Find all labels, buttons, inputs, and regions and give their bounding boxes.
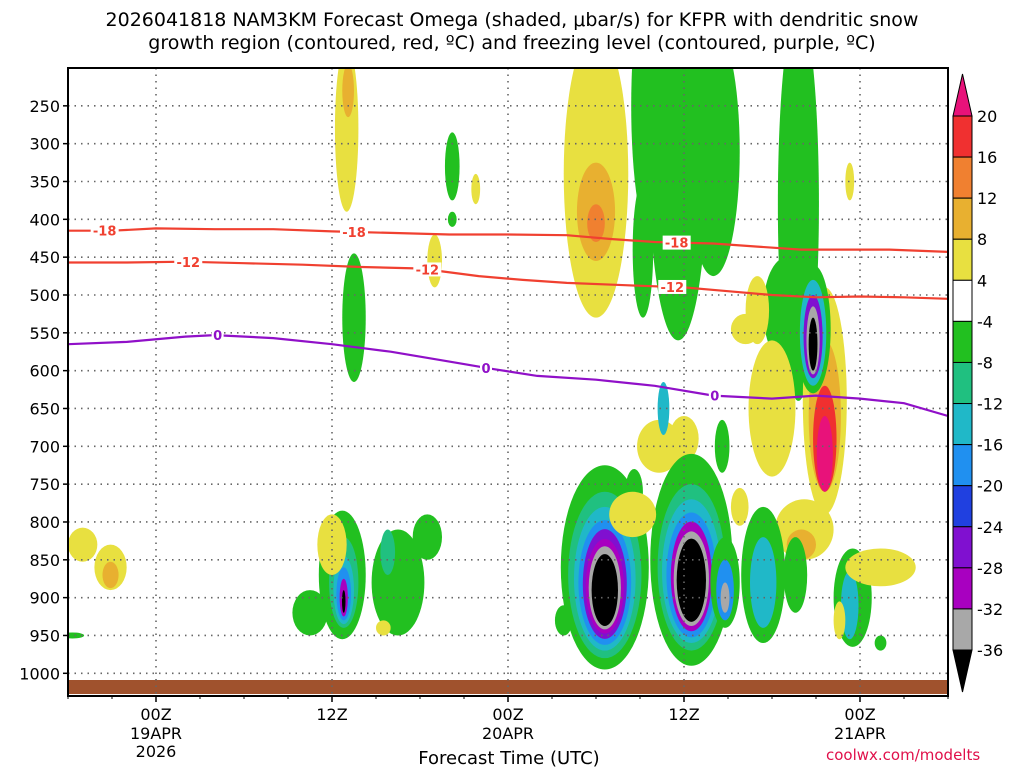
y-tick-label: 600 bbox=[29, 362, 60, 381]
x-tick-label: 00Z bbox=[492, 705, 523, 724]
y-tick-label: 250 bbox=[29, 97, 60, 116]
colorbar-box bbox=[952, 526, 973, 569]
omega-cell bbox=[341, 590, 346, 613]
colorbar-level-label: 20 bbox=[977, 107, 997, 126]
contour-label: 0 bbox=[481, 362, 490, 377]
contour-label: -18 bbox=[93, 225, 117, 240]
omega-cell bbox=[609, 491, 657, 538]
colorbar-top-triangle bbox=[952, 73, 973, 117]
colorbar-box bbox=[952, 567, 973, 610]
y-tick-label: 500 bbox=[29, 286, 60, 305]
x-tick-date-label: 20APR bbox=[482, 724, 534, 743]
x-tick-date-label: 19APR bbox=[130, 724, 182, 743]
omega-cell bbox=[833, 601, 846, 640]
colorbar-level-label: -20 bbox=[977, 477, 1003, 496]
contour-label: 0 bbox=[710, 390, 719, 405]
x-tick-label: 00Z bbox=[140, 705, 171, 724]
omega-cell bbox=[444, 132, 460, 201]
colorbar-box bbox=[952, 608, 973, 651]
colorbar-legend: 20 16 12 8 4 -4 -8 -12 -16 -20 -24 -28 -32 -36 bbox=[952, 73, 1003, 693]
y-tick-label: 450 bbox=[29, 248, 60, 267]
x-axis-label: Forecast Time (UTC) bbox=[418, 748, 599, 768]
colorbar-level-label: -32 bbox=[977, 600, 1003, 619]
omega-cell bbox=[714, 419, 730, 473]
y-tick-label: 350 bbox=[29, 172, 60, 191]
omega-cell bbox=[427, 234, 442, 288]
colorbar-box bbox=[952, 403, 973, 446]
colorbar-level-label: -4 bbox=[977, 312, 993, 331]
contour-label: -18 bbox=[342, 226, 366, 241]
colorbar-box bbox=[952, 238, 973, 281]
colorbar-box bbox=[952, 361, 973, 405]
y-axis: 250 300 350 400 450 500 550 600 650 700 750 800 850 9… bbox=[19, 97, 68, 683]
omega-cell bbox=[68, 527, 98, 562]
omega-cell bbox=[748, 340, 796, 477]
omega-cell bbox=[591, 554, 618, 627]
colorbar-level-label: 12 bbox=[977, 189, 997, 208]
omega-cell bbox=[342, 68, 354, 118]
x-tick-label: 12Z bbox=[668, 705, 699, 724]
colorbar-level-label: 16 bbox=[977, 148, 997, 167]
colorbar-box bbox=[952, 320, 973, 363]
omega-cell bbox=[750, 537, 777, 628]
y-tick-label: 700 bbox=[29, 437, 60, 456]
y-tick-label: 650 bbox=[29, 399, 60, 418]
contour-label: -12 bbox=[416, 263, 440, 278]
contour-label: -12 bbox=[661, 281, 685, 296]
colorbar-level-label: -28 bbox=[977, 559, 1003, 578]
omega-time-height-chart: -18 -18 -18 -12 -12 -12 0 0 0 250 300 350 400 450 500… bbox=[19, 67, 1003, 768]
colorbar-box bbox=[952, 156, 973, 199]
omega-cell bbox=[412, 514, 443, 560]
x-tick-date-label: 2026 bbox=[136, 742, 177, 761]
omega-cell bbox=[808, 317, 818, 371]
omega-cell bbox=[816, 416, 833, 492]
omega-cell bbox=[874, 635, 887, 651]
colorbar-box bbox=[952, 279, 973, 322]
colorbar-level-label: -12 bbox=[977, 395, 1003, 414]
contour-label: -18 bbox=[665, 237, 689, 252]
colorbar-level-label: -16 bbox=[977, 436, 1003, 455]
y-tick-label: 1000 bbox=[19, 664, 60, 683]
omega-cell bbox=[554, 605, 573, 636]
omega-cell bbox=[632, 181, 654, 318]
omega-cell bbox=[471, 173, 481, 205]
omega-cell bbox=[845, 548, 916, 587]
x-tick-label: 12Z bbox=[316, 705, 347, 724]
omega-cell bbox=[376, 620, 391, 636]
x-tick-label: 00Z bbox=[844, 705, 875, 724]
colorbar-level-label: 4 bbox=[977, 271, 987, 290]
omega-cell bbox=[342, 253, 366, 382]
y-tick-label: 300 bbox=[29, 135, 60, 154]
omega-cell bbox=[657, 382, 670, 435]
colorbar-level-label: -36 bbox=[977, 641, 1003, 660]
colorbar-box bbox=[952, 197, 973, 240]
contour-label: -12 bbox=[177, 256, 201, 271]
y-tick-label: 550 bbox=[29, 324, 60, 343]
credit-text[interactable]: coolwx.com/modelts bbox=[826, 746, 980, 764]
omega-cell bbox=[102, 561, 119, 589]
colorbar-box bbox=[952, 444, 973, 487]
y-tick-label: 850 bbox=[29, 551, 60, 570]
colorbar-box bbox=[952, 485, 973, 528]
omega-shading bbox=[68, 68, 916, 670]
omega-cell bbox=[380, 529, 396, 575]
x-tick-date-label: 21APR bbox=[834, 724, 886, 743]
colorbar-level-label: -8 bbox=[977, 353, 993, 372]
y-tick-label: 800 bbox=[29, 513, 60, 532]
y-tick-label: 950 bbox=[29, 626, 60, 645]
omega-cell bbox=[845, 162, 855, 201]
omega-cell bbox=[730, 313, 761, 345]
omega-cell bbox=[686, 68, 740, 277]
omega-cell bbox=[783, 537, 808, 613]
y-tick-label: 400 bbox=[29, 210, 60, 229]
omega-cell bbox=[730, 487, 749, 526]
y-tick-label: 900 bbox=[29, 589, 60, 608]
contour-label: 0 bbox=[213, 329, 222, 344]
colorbar-box bbox=[952, 115, 973, 158]
colorbar-bottom-triangle bbox=[952, 649, 973, 693]
omega-cell bbox=[676, 538, 706, 622]
colorbar-level-label: -24 bbox=[977, 518, 1003, 537]
y-tick-label: 750 bbox=[29, 475, 60, 494]
colorbar-level-label: 8 bbox=[977, 230, 987, 249]
